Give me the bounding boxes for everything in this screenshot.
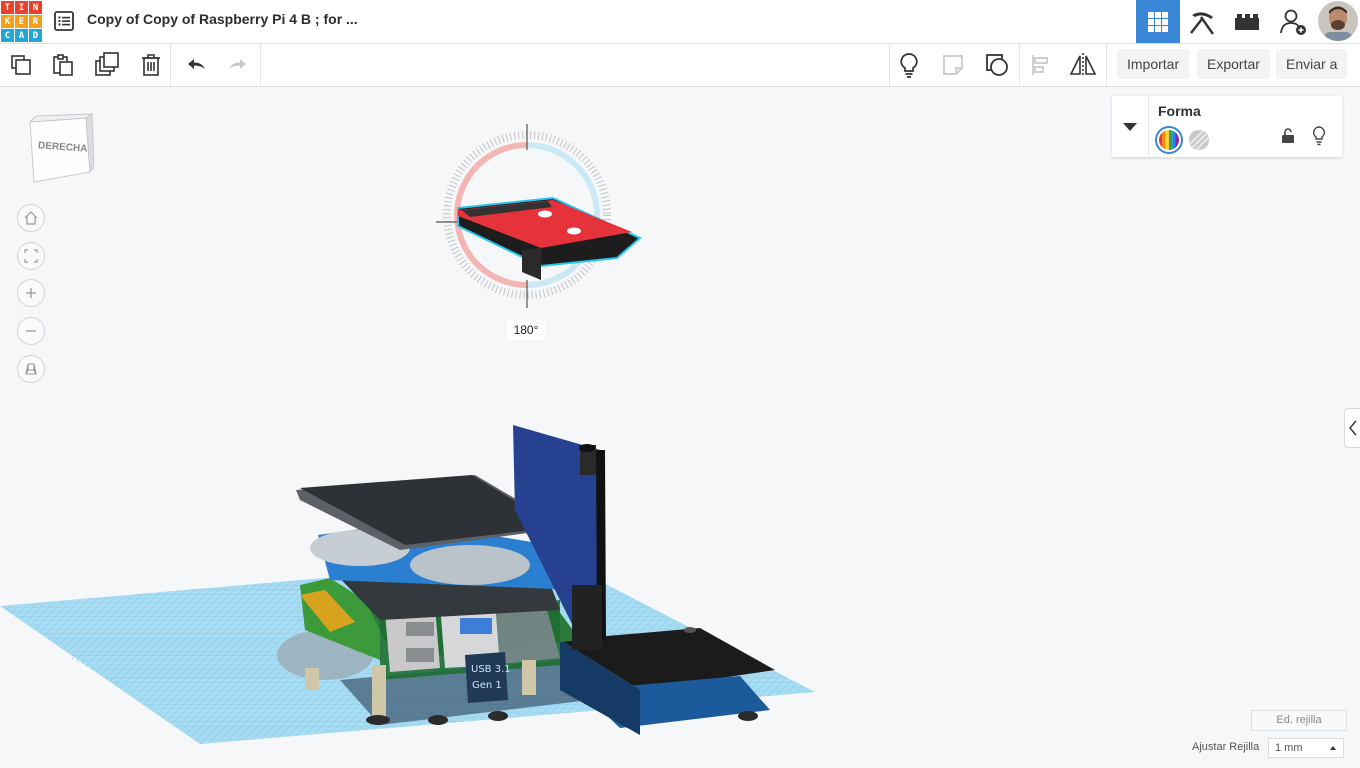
lightbulb-icon[interactable] [894, 50, 924, 80]
logo-letter: A [15, 29, 28, 42]
usb-label: USB 3.1 [471, 664, 511, 675]
toolbar-divider [170, 44, 171, 86]
raspberry-pi-assembly[interactable]: USB 3.1 Gen 1 [277, 425, 775, 735]
logo-letter: C [1, 29, 14, 42]
edit-toolbar: Importar Exportar Enviar a [0, 44, 1360, 87]
3d-design-grid-icon[interactable] [1136, 0, 1180, 43]
logo-letter: E [15, 15, 28, 28]
home-icon[interactable] [17, 204, 45, 232]
edit-grid-button[interactable]: Ed. rejilla [1251, 710, 1347, 731]
mirror-icon[interactable] [1068, 50, 1098, 80]
design-title[interactable]: Copy of Copy of Raspberry Pi 4 B ; for .… [87, 11, 358, 27]
snap-grid-label: Ajustar Rejilla [1192, 741, 1260, 753]
rotation-angle-readout[interactable]: 180° [507, 320, 545, 340]
undo-icon[interactable] [181, 50, 211, 80]
redo-icon[interactable] [223, 50, 253, 80]
logo-letter: D [29, 29, 42, 42]
import-button[interactable]: Importar [1117, 49, 1190, 79]
pickaxe-icon[interactable] [1180, 0, 1224, 43]
color-wheel-icon[interactable] [1155, 126, 1183, 154]
logo-letter: K [1, 15, 14, 28]
note-icon[interactable] [938, 50, 968, 80]
lock-icon[interactable] [1281, 128, 1295, 144]
collapse-panel-icon[interactable] [1112, 96, 1149, 157]
shape-panel-title: Forma [1158, 103, 1201, 119]
snap-grid-select[interactable]: 1 mm [1268, 738, 1344, 758]
avatar[interactable] [1318, 1, 1358, 41]
snap-grid-value: 1 mm [1275, 742, 1303, 754]
toolbar-divider [1106, 44, 1107, 86]
copy-icon[interactable] [6, 50, 36, 80]
duplicate-icon[interactable] [92, 50, 122, 80]
chevron-up-icon [1330, 746, 1336, 750]
align-icon[interactable] [1026, 50, 1056, 80]
perspective-icon[interactable] [17, 355, 45, 383]
shape-inspector-panel: Forma [1112, 96, 1342, 157]
toolbar-divider [889, 44, 890, 86]
logo-letter: I [15, 1, 28, 14]
top-bar: TIN KER CAD Copy of Copy of Raspberry Pi 4… [0, 0, 1360, 44]
send-to-button[interactable]: Enviar a [1276, 49, 1348, 79]
workplane-canvas[interactable]: · · · · · · · · · · · USB 3.1 Gen 1 [0, 87, 1360, 768]
design-menu-icon[interactable] [52, 9, 76, 33]
hole-pattern-icon[interactable] [1188, 129, 1210, 151]
trash-icon[interactable] [136, 50, 166, 80]
tinkercad-logo[interactable]: TIN KER CAD [0, 0, 42, 42]
lightbulb-icon[interactable] [1311, 126, 1327, 146]
view-cube[interactable]: DERECHA [24, 112, 95, 184]
group-icon[interactable] [982, 50, 1012, 80]
logo-letter: N [29, 1, 42, 14]
toolbar-divider [1019, 44, 1020, 86]
zoom-in-icon[interactable] [17, 279, 45, 307]
logo-letter: R [29, 15, 42, 28]
bricks-icon[interactable] [1225, 0, 1269, 43]
add-user-icon[interactable] [1271, 0, 1315, 43]
logo-letter: T [1, 1, 14, 14]
fit-view-icon[interactable] [17, 242, 45, 270]
paste-icon[interactable] [48, 50, 78, 80]
expand-sidebar-icon[interactable] [1344, 408, 1360, 448]
toolbar-divider [260, 44, 261, 86]
zoom-out-icon[interactable] [17, 317, 45, 345]
usb-gen-label: Gen 1 [472, 680, 502, 691]
export-button[interactable]: Exportar [1197, 49, 1270, 79]
